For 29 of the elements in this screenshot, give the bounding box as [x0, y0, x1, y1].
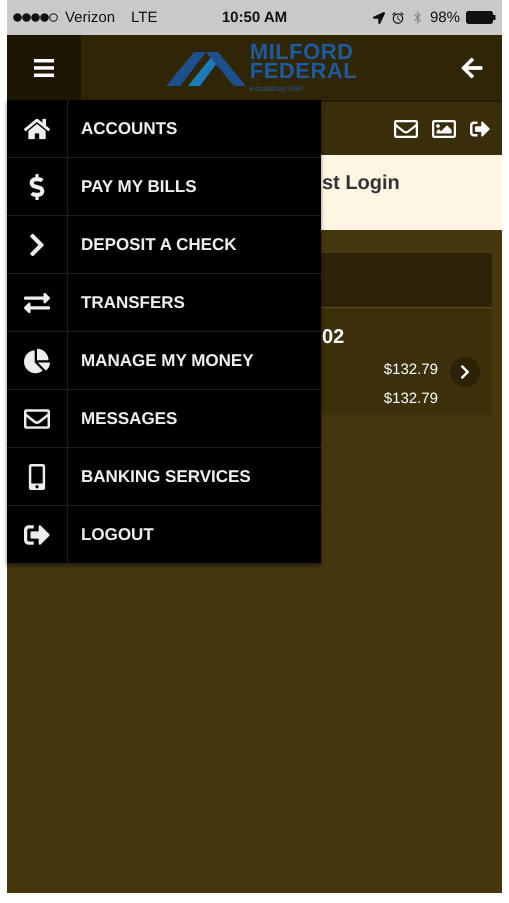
account-details-button[interactable] — [450, 357, 480, 387]
battery-percent: 98% — [430, 9, 460, 26]
network-type: LTE — [131, 9, 158, 26]
logout-button[interactable] — [470, 118, 490, 138]
logo-text: MILFORD — [250, 42, 354, 62]
logout-icon — [470, 118, 490, 138]
menu-item[interactable]: DEPOSIT A CHECK — [7, 216, 321, 274]
account-name: 02 — [322, 326, 346, 350]
alarm-icon — [390, 10, 405, 24]
back-arrow-icon — [460, 56, 484, 80]
pie-chart-icon — [24, 348, 50, 374]
menu-item[interactable]: BANKING SERVICES — [7, 448, 321, 506]
menu-item[interactable]: ACCOUNTS — [7, 100, 321, 158]
logo-text: FEDERAL — [250, 61, 358, 82]
menu-item[interactable]: TRANSFERS — [7, 274, 321, 332]
available-balance: $132.79 — [384, 390, 438, 409]
carrier-name: Verizon — [65, 9, 116, 26]
menu-item[interactable]: MANAGE MY MONEY — [7, 332, 321, 390]
menu-item[interactable]: LOGOUT — [7, 506, 321, 564]
current-balance: $132.79 — [384, 361, 438, 380]
battery-icon — [466, 11, 496, 24]
menu-item[interactable]: PAY MY BILLS — [7, 158, 321, 216]
welcome-text: st Login — [322, 172, 400, 195]
signal-icon — [13, 13, 59, 22]
menu-button[interactable] — [7, 35, 81, 100]
menu-icon — [34, 58, 54, 78]
location-icon — [372, 12, 385, 24]
clock-time: 10:50 AM — [222, 9, 288, 26]
menu-item[interactable]: MESSAGES — [7, 390, 321, 448]
